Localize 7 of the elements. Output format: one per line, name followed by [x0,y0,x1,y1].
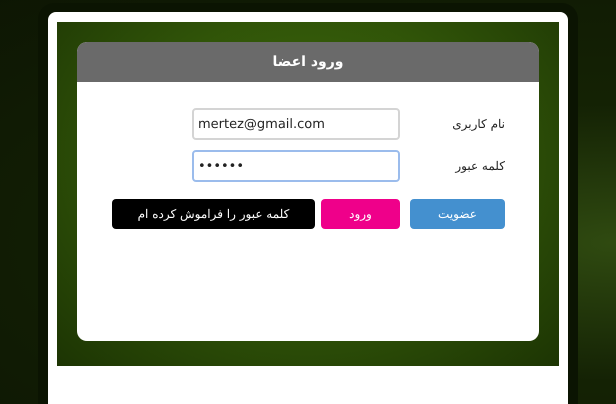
field-label: نام کاربری [451,117,505,131]
input-field[interactable]: •••••• [192,150,400,182]
forgot-button[interactable]: کلمه عبور را فراموش کرده ام [112,199,315,229]
field-label: کلمه عبور [454,159,505,173]
login-button[interactable]: ورود [321,199,400,229]
card-title: ورود اعضا [272,54,344,70]
input-field[interactable]: mertez@gmail.com [192,108,400,140]
